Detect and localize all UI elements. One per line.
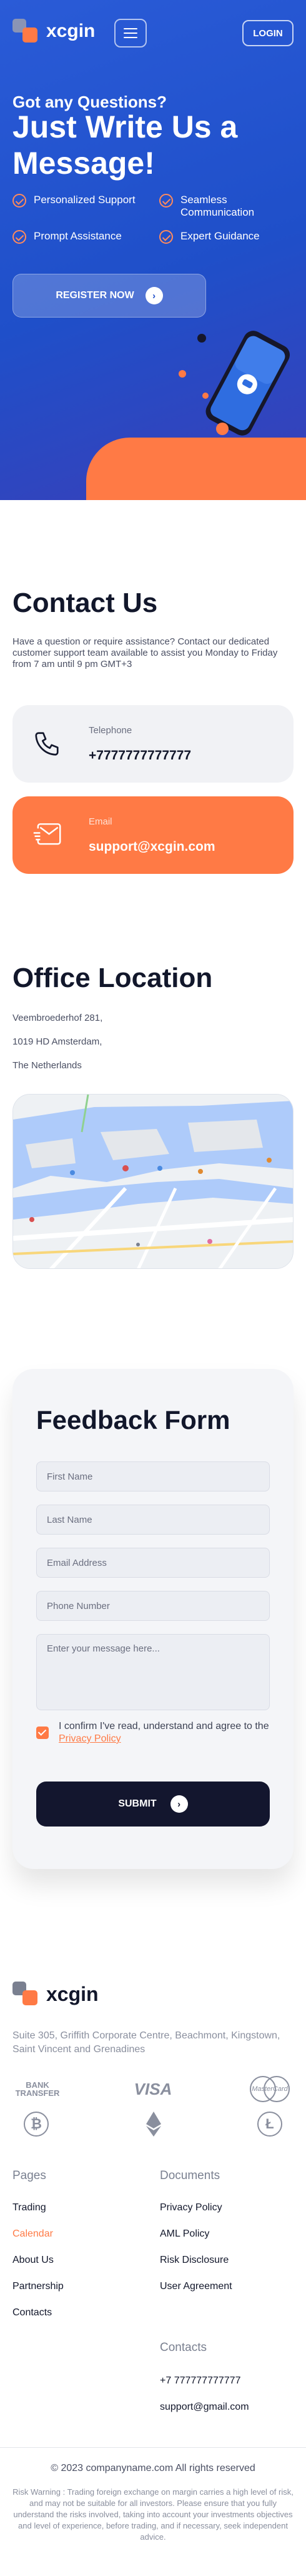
map-graphic [13,1095,293,1268]
menu-icon-bar [124,37,137,38]
decorative-dot [197,334,206,343]
decorative-orange-shape [86,438,306,500]
first-name-input[interactable] [36,1461,270,1491]
register-label: REGISTER NOW [56,290,134,301]
feature-item: Prompt Assistance [12,230,159,244]
litecoin-icon: Ł [257,2112,282,2137]
contacts-heading: Contacts [160,2341,207,2354]
check-circle-icon [159,230,173,244]
footer-logo[interactable]: xcgin [12,1982,99,2007]
telephone-label: Telephone [89,724,132,736]
contact-title: Contact Us [12,588,158,618]
footer-link-contacts[interactable]: Contacts [12,2307,52,2318]
mail-icon [31,819,62,851]
confirm-row: I confirm I've read, understand and agre… [36,1720,270,1745]
decorative-dot [202,393,209,399]
footer-link-user-agreement[interactable]: User Agreement [160,2281,232,2292]
phone-illustration [175,325,300,444]
footer-link-about-us[interactable]: About Us [12,2255,54,2266]
mastercard-text: MasterCard [252,2085,288,2093]
confirm-checkbox[interactable] [36,1727,49,1739]
email-label: Email [89,816,112,827]
feature-label: Personalized Support [34,194,136,206]
documents-heading: Documents [160,2169,220,2182]
confirm-text: I confirm I've read, understand and agre… [59,1721,269,1732]
footer-bottom: © 2023 companyname.com All rights reserv… [0,2447,306,2542]
footer-address: Suite 305, Griffith Corporate Centre, Be… [12,2030,280,2055]
email-card[interactable]: Email support@xcgin.com [12,796,294,874]
footer-link-privacy-policy[interactable]: Privacy Policy [160,2202,222,2213]
register-now-button[interactable]: REGISTER NOW › [12,274,206,318]
menu-icon-bar [124,33,137,34]
phone-input[interactable] [36,1591,270,1621]
check-circle-icon [12,230,26,244]
brand-logo[interactable]: xcgin [12,19,95,44]
logo-mark-icon [12,1982,40,2007]
decorative-dot [179,370,186,378]
login-button[interactable]: LOGIN [242,20,294,46]
bank-transfer-logo: BANK TRANSFER [12,2075,62,2103]
hero-title: Just Write Us a Message! [12,109,238,181]
office-title: Office Location [12,963,213,993]
menu-button[interactable] [114,19,147,48]
mastercard-logo: MasterCard [245,2075,295,2103]
footer-link-partnership[interactable]: Partnership [12,2281,64,2292]
footer-brand-name: xcgin [46,1982,99,2005]
bank-transfer-line: TRANSFER [15,2088,60,2098]
office-map[interactable] [12,1094,294,1269]
privacy-policy-link[interactable]: Privacy Policy [59,1733,121,1744]
arrow-right-icon: › [170,1795,188,1813]
decorative-dot [216,423,229,435]
visa-logo: VISA [134,2079,172,2098]
submit-button[interactable]: SUBMIT › [36,1782,270,1827]
bitcoin-icon: ₿ [24,2112,49,2137]
footer-link-risk-disclosure[interactable]: Risk Disclosure [160,2255,229,2266]
feature-label: Expert Guidance [180,230,260,242]
risk-warning-text: Risk Warning : Trading foreign exchange … [12,2487,294,2542]
arrow-right-icon: › [145,287,163,304]
footer-contact-phone[interactable]: +7 777777777777 [160,2375,240,2387]
address-line: Veembroederhof 281, [12,1013,103,1023]
brand-name: xcgin [46,21,96,41]
contact-description: Have a question or require assistance? C… [12,636,278,669]
copyright-text: © 2023 companyname.com All rights reserv… [51,2463,255,2473]
telephone-value[interactable]: +7777777777777 [89,748,191,763]
check-circle-icon [159,194,173,208]
feedback-form: Feedback Form I confirm I've read, under… [12,1369,294,1869]
feature-label: Prompt Assistance [34,230,122,242]
message-textarea[interactable] [36,1634,270,1710]
logo-mark-icon [12,19,40,44]
footer-contact-email[interactable]: support@gmail.com [160,2402,249,2413]
submit-label: SUBMIT [118,1798,157,1809]
menu-icon-bar [124,28,137,29]
ethereum-icon [141,2110,166,2138]
check-circle-icon [12,194,26,208]
hero-section: xcgin LOGIN Got any Questions? Just Writ… [0,0,306,500]
feature-item: Personalized Support [12,194,159,219]
feature-list: Personalized Support Seamless Communicat… [12,194,294,244]
confirm-label: I confirm I've read, understand and agre… [59,1720,270,1745]
address-line: 1019 HD Amsterdam, [12,1036,102,1047]
email-value[interactable]: support@xcgin.com [89,839,215,854]
telephone-card[interactable]: Telephone +7777777777777 [12,705,294,783]
last-name-input[interactable] [36,1505,270,1535]
footer-link-trading[interactable]: Trading [12,2202,46,2213]
address-line: The Netherlands [12,1060,82,1071]
email-input[interactable] [36,1548,270,1578]
feature-item: Seamless Communication [159,194,294,219]
feature-label: Seamless Communication [180,194,255,218]
pages-heading: Pages [12,2169,46,2182]
footer-link-aml-policy[interactable]: AML Policy [160,2228,209,2240]
footer-link-calendar[interactable]: Calendar [12,2228,53,2240]
feedback-title: Feedback Form [36,1405,230,1435]
feature-item: Expert Guidance [159,230,294,244]
footer: xcgin Suite 305, Griffith Corporate Cent… [0,1969,306,2576]
phone-chat-icon [205,331,290,436]
phone-icon [31,728,62,759]
